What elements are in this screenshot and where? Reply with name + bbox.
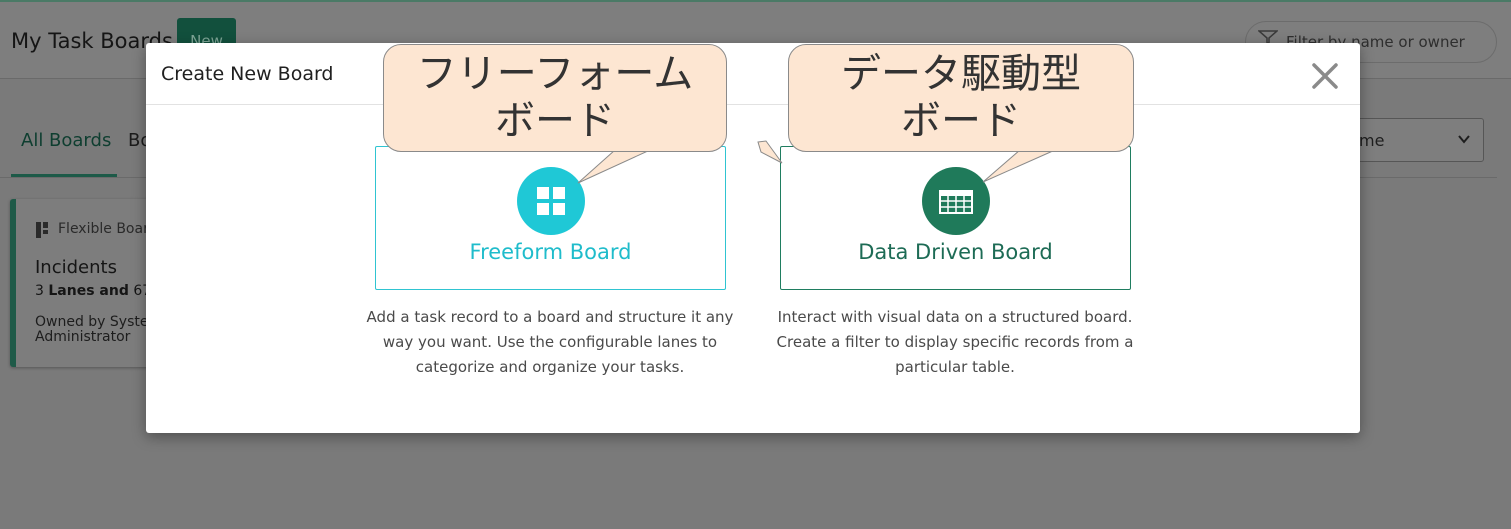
board-type-label: Flexible Boar [58, 221, 149, 237]
freeform-board-option[interactable]: Freeform Board [375, 146, 726, 290]
callout-freeform-text: フリーフォーム ボード [416, 51, 694, 144]
data-driven-board-option[interactable]: Data Driven Board [780, 146, 1131, 290]
datadriven-icon-circle [922, 167, 990, 235]
tab-all-boards[interactable]: All Boards [21, 130, 111, 151]
board-type-icon [36, 222, 48, 238]
freeform-board-description: Add a task record to a board and structu… [366, 308, 734, 376]
data-driven-board-label: Data Driven Board [858, 240, 1053, 264]
board-stats: 3 Lanes and 67 [35, 283, 151, 299]
freeform-icon-circle [517, 167, 585, 235]
create-board-modal: Create New Board Freeform Board Data Dri… [146, 43, 1360, 433]
callout-freeform: フリーフォーム ボード [383, 44, 727, 152]
table-icon [939, 190, 973, 214]
board-card-incidents[interactable]: Flexible Boar Incidents 3 Lanes and 67 O… [10, 199, 162, 367]
modal-header-divider [146, 104, 1360, 105]
data-driven-board-description: Interact with visual data on a structure… [776, 308, 1134, 376]
modal-title: Create New Board [161, 63, 334, 85]
lanes-count: 3 [35, 283, 44, 299]
callout-datadriven: データ駆動型 ボード [788, 44, 1134, 152]
chevron-down-icon [1458, 135, 1470, 144]
freeform-board-label: Freeform Board [469, 240, 632, 264]
callout-datadriven-text: データ駆動型 ボード [841, 51, 1081, 144]
close-icon[interactable] [1310, 61, 1340, 91]
board-title: Incidents [35, 257, 117, 278]
grid-icon [537, 187, 565, 215]
filter-icon [1258, 30, 1278, 44]
lanes-label: Lanes and [48, 283, 129, 299]
sort-value: me [1359, 131, 1385, 150]
